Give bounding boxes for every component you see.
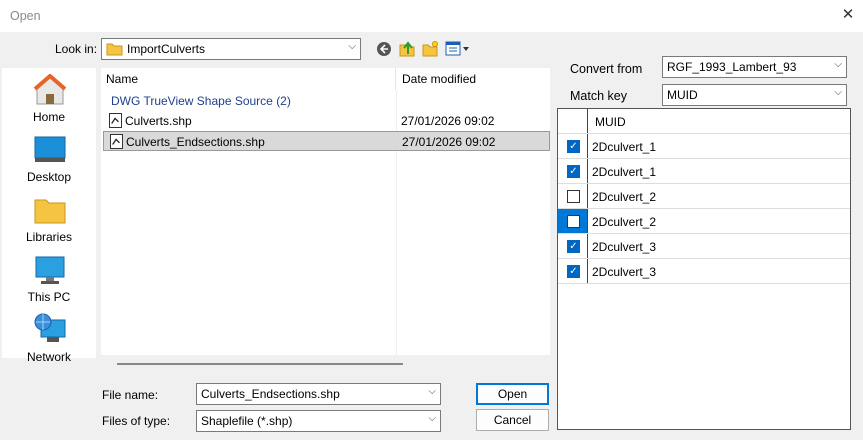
grid-check-cell: ✓ (558, 134, 588, 158)
grid-value: 2Dculvert_2 (592, 190, 657, 204)
shapefile-icon (109, 113, 122, 128)
convert-from-select[interactable]: RGF_1993_Lambert_93 ⌵ (662, 56, 847, 78)
grid-row[interactable]: ✓ 2Dculvert_3 (558, 259, 850, 284)
column-header-name[interactable]: Name (101, 68, 396, 90)
grid-row[interactable]: ✓ 2Dculvert_1 (558, 159, 850, 184)
chevron-down-icon: ⌵ (834, 87, 842, 98)
grid-value: 2Dculvert_1 (592, 165, 657, 179)
look-in-label: Look in: (55, 42, 98, 56)
chevron-down-icon: ⌵ (428, 413, 436, 424)
view-menu-icon[interactable] (445, 41, 471, 57)
shapefile-icon (110, 134, 123, 149)
file-type-value: Shaplefile (*.shp) (201, 414, 293, 428)
network-icon (34, 313, 66, 342)
desktop-icon (34, 136, 66, 162)
checkbox-checked[interactable]: ✓ (567, 265, 580, 278)
chevron-down-icon: ⌵ (348, 41, 356, 52)
back-icon[interactable] (376, 41, 392, 57)
convert-from-label: Convert from (570, 62, 643, 76)
column-header-label: Date modified (402, 72, 477, 86)
window-title: Open (10, 9, 41, 23)
chevron-down-icon: ⌵ (428, 386, 436, 397)
column-header-label: Name (106, 72, 139, 86)
folder-icon (106, 43, 123, 56)
grid-value: 2Dculvert_3 (592, 265, 657, 279)
chevron-down-icon: ⌵ (834, 59, 842, 70)
grid-header-check-cell (558, 109, 588, 133)
file-type-label: Files of type: (102, 414, 171, 428)
new-folder-icon[interactable] (421, 40, 439, 58)
grid-value: 2Dculvert_1 (592, 140, 657, 154)
grid-header-row: MUID (558, 109, 850, 134)
grid-header-muid: MUID (595, 115, 626, 129)
place-this-pc[interactable]: This PC (2, 252, 96, 310)
place-desktop[interactable]: Desktop (2, 132, 96, 190)
cancel-button[interactable]: Cancel (476, 409, 549, 431)
horizontal-scrollbar[interactable] (117, 363, 403, 365)
file-date: 27/01/2026 09:02 (402, 135, 496, 149)
file-name: Culverts.shp (125, 114, 192, 128)
grid-row[interactable]: 2Dculvert_2 (558, 184, 850, 209)
file-list[interactable]: Name Date modified DWG TrueView Shape So… (101, 68, 550, 365)
grid-value: 2Dculvert_3 (592, 240, 657, 254)
close-button[interactable]: ✕ (838, 5, 858, 25)
file-name-combo[interactable]: Culverts_Endsections.shp ⌵ (196, 383, 441, 405)
look-in-combo[interactable]: ImportCulverts ⌵ (101, 38, 361, 60)
place-network[interactable]: Network (2, 312, 96, 370)
column-header-date[interactable]: Date modified (396, 68, 550, 90)
match-key-value: MUID (667, 88, 698, 102)
file-name-label: File name: (102, 388, 159, 402)
grid-check-cell: ✓ (558, 234, 588, 258)
place-label: This PC (27, 290, 71, 304)
grid-row[interactable]: ✓ 2Dculvert_1 (558, 134, 850, 159)
title-bar (0, 0, 863, 32)
place-label: Desktop (26, 170, 72, 184)
look-in-value: ImportCulverts (127, 42, 206, 56)
checkbox-checked[interactable]: ✓ (567, 165, 580, 178)
match-key-label: Match key (570, 89, 627, 103)
checkbox-unchecked[interactable] (567, 190, 580, 203)
group-header: DWG TrueView Shape Source (2) (111, 94, 291, 108)
file-date: 27/01/2026 09:02 (401, 114, 495, 128)
file-name: Culverts_Endsections.shp (126, 135, 265, 149)
place-label: Libraries (25, 230, 73, 244)
grid-check-cell: ✓ (558, 159, 588, 183)
place-label: Home (32, 110, 65, 124)
home-icon (33, 74, 67, 105)
this-pc-icon (35, 256, 65, 284)
close-icon: ✕ (841, 6, 855, 23)
places-bar: Home Desktop Libraries This PC Network (2, 68, 96, 364)
file-row[interactable]: Culverts.shp 27/01/2026 09:02 (103, 111, 550, 131)
place-libraries[interactable]: Libraries (2, 192, 96, 250)
file-name-value: Culverts_Endsections.shp (201, 387, 340, 401)
place-home[interactable]: Home (2, 72, 96, 130)
checkbox-checked[interactable]: ✓ (567, 140, 580, 153)
file-type-select[interactable]: Shaplefile (*.shp) ⌵ (196, 410, 441, 432)
muid-grid[interactable]: MUID ✓ 2Dculvert_1 ✓ 2Dculvert_1 2Dculve… (557, 108, 851, 430)
grid-check-cell: ✓ (558, 259, 588, 283)
file-row-selected[interactable]: Culverts_Endsections.shp 27/01/2026 09:0… (103, 131, 550, 151)
convert-from-value: RGF_1993_Lambert_93 (667, 60, 797, 74)
match-key-select[interactable]: MUID ⌵ (662, 84, 847, 106)
up-folder-icon[interactable] (398, 40, 416, 58)
libraries-icon (34, 199, 66, 224)
place-label: Network (26, 350, 71, 364)
grid-row-focused[interactable]: 2Dculvert_2 (558, 209, 850, 234)
grid-value: 2Dculvert_2 (592, 215, 657, 229)
grid-row[interactable]: ✓ 2Dculvert_3 (558, 234, 850, 259)
checkbox-checked[interactable]: ✓ (567, 240, 580, 253)
checkbox-unchecked[interactable] (567, 215, 580, 228)
open-button[interactable]: Open (476, 383, 549, 405)
grid-check-cell (558, 184, 588, 208)
grid-check-cell-focused (558, 209, 588, 233)
